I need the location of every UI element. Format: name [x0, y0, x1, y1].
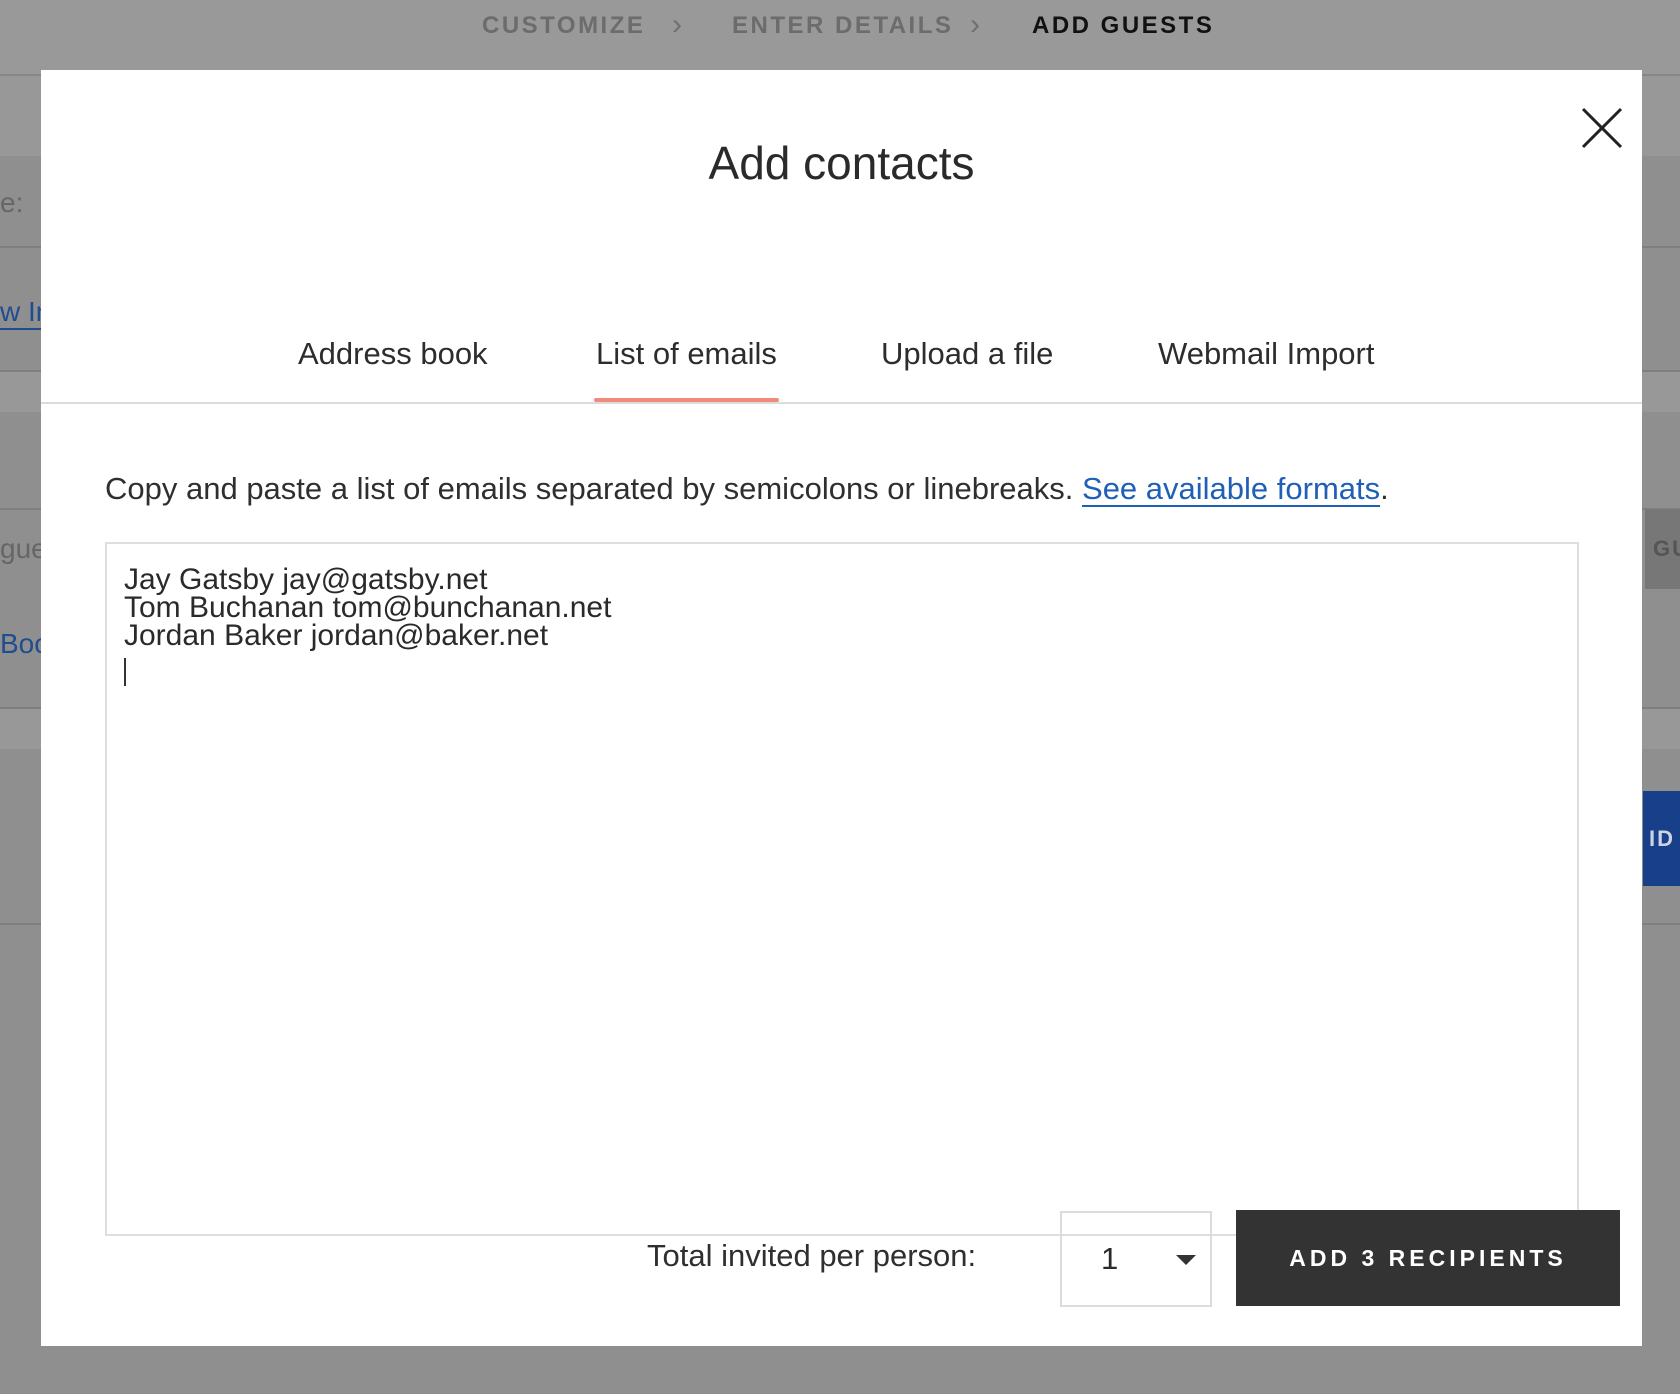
tab-address-book[interactable]: Address book: [298, 336, 488, 400]
modal-title: Add contacts: [708, 137, 975, 189]
add-recipients-button[interactable]: ADD 3 RECIPIENTS: [1236, 1210, 1620, 1306]
add-contacts-modal: Add contacts Address book List of emails…: [41, 70, 1642, 1346]
step-customize[interactable]: CUSTOMIZE: [482, 12, 645, 40]
text-cursor: [124, 650, 1560, 691]
instructions-text: Copy and paste a list of emails separate…: [105, 471, 1389, 507]
instructions-end: .: [1380, 471, 1389, 506]
contact-source-tabs: Address book List of emails Upload a fil…: [41, 320, 1642, 404]
tab-list-of-emails[interactable]: List of emails: [594, 336, 779, 402]
email-list-textarea[interactable]: Jay Gatsby jay@gatsby.net Tom Buchanan t…: [105, 542, 1579, 1236]
progress-stepper: CUSTOMIZE › ENTER DETAILS › ADD GUESTS: [0, 0, 1680, 76]
see-formats-link[interactable]: See available formats: [1082, 471, 1380, 506]
tab-webmail-import[interactable]: Webmail Import: [1158, 336, 1375, 400]
email-entry: Tom Buchanan tom@bunchanan.net: [124, 591, 612, 624]
email-entry: Jordan Baker jordan@baker.net: [124, 619, 549, 652]
caret-down-icon: [1176, 1255, 1196, 1265]
background-input-placeholder[interactable]: gue: [0, 533, 47, 565]
per-person-select[interactable]: 1: [1060, 1211, 1212, 1307]
per-person-label: Total invited per person:: [647, 1238, 977, 1273]
per-person-value: 1: [1101, 1241, 1119, 1276]
background-send-button[interactable]: ID: [1643, 791, 1680, 886]
step-enter-details[interactable]: ENTER DETAILS: [732, 12, 953, 40]
chevron-right-icon: ›: [672, 8, 682, 41]
background-guests-button[interactable]: GU: [1645, 509, 1680, 589]
tab-upload-file[interactable]: Upload a file: [881, 336, 1053, 400]
background-label: e:: [0, 187, 24, 218]
step-add-guests[interactable]: ADD GUESTS: [1032, 12, 1214, 40]
chevron-right-icon: ›: [970, 8, 980, 41]
email-entry: Jay Gatsby jay@gatsby.net: [124, 563, 488, 596]
instructions-label: Copy and paste a list of emails separate…: [105, 471, 1074, 506]
